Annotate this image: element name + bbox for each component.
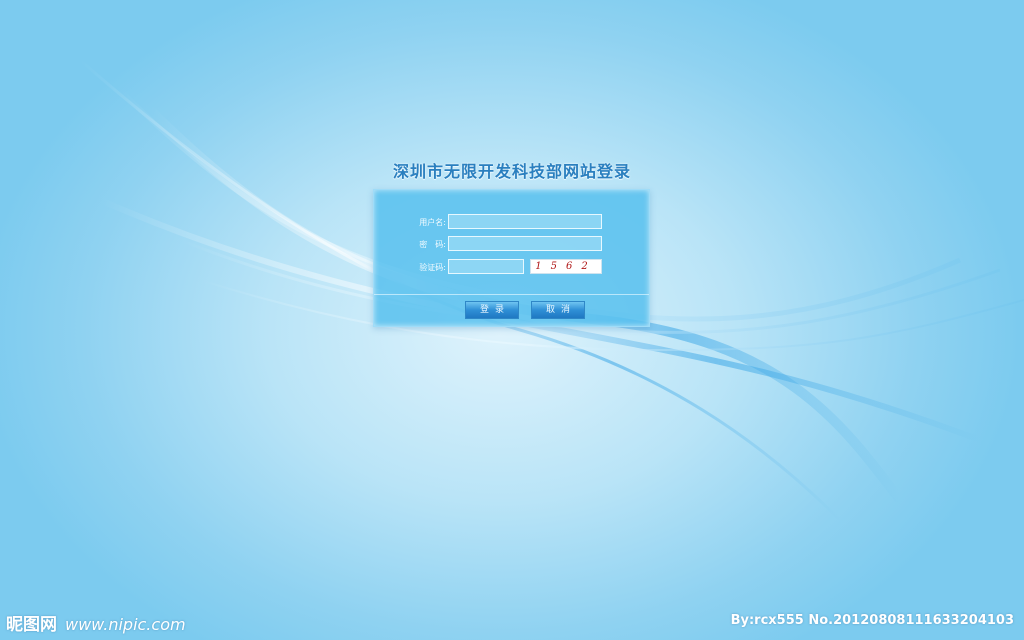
password-input[interactable]: [448, 236, 602, 251]
username-input[interactable]: [448, 214, 602, 229]
login-panel: 用户名: 密 码: 验证码: 1562 登录 取消: [373, 189, 650, 327]
captcha-label: 验证码:: [419, 263, 446, 272]
panel-divider: [374, 294, 649, 295]
watermark-site-url: www.nipic.com: [65, 615, 186, 634]
username-row: 用户名:: [374, 214, 651, 232]
page-title: 深圳市无限开发科技部网站登录: [392, 162, 631, 181]
watermark-author-id: By:rcx555 No.20120808111633204103: [730, 613, 1014, 628]
username-label: 用户名:: [419, 218, 446, 227]
cancel-button[interactable]: 取消: [531, 301, 585, 319]
captcha-input[interactable]: [448, 259, 524, 274]
watermark-site: 昵图网 www.nipic.com: [6, 610, 186, 636]
captcha-image[interactable]: 1562: [530, 259, 602, 274]
captcha-row: 验证码: 1562: [374, 259, 651, 277]
login-button[interactable]: 登录: [465, 301, 519, 319]
watermark-site-name: 昵图网: [6, 615, 57, 635]
password-row: 密 码:: [374, 236, 651, 254]
password-label: 密 码:: [419, 240, 446, 249]
